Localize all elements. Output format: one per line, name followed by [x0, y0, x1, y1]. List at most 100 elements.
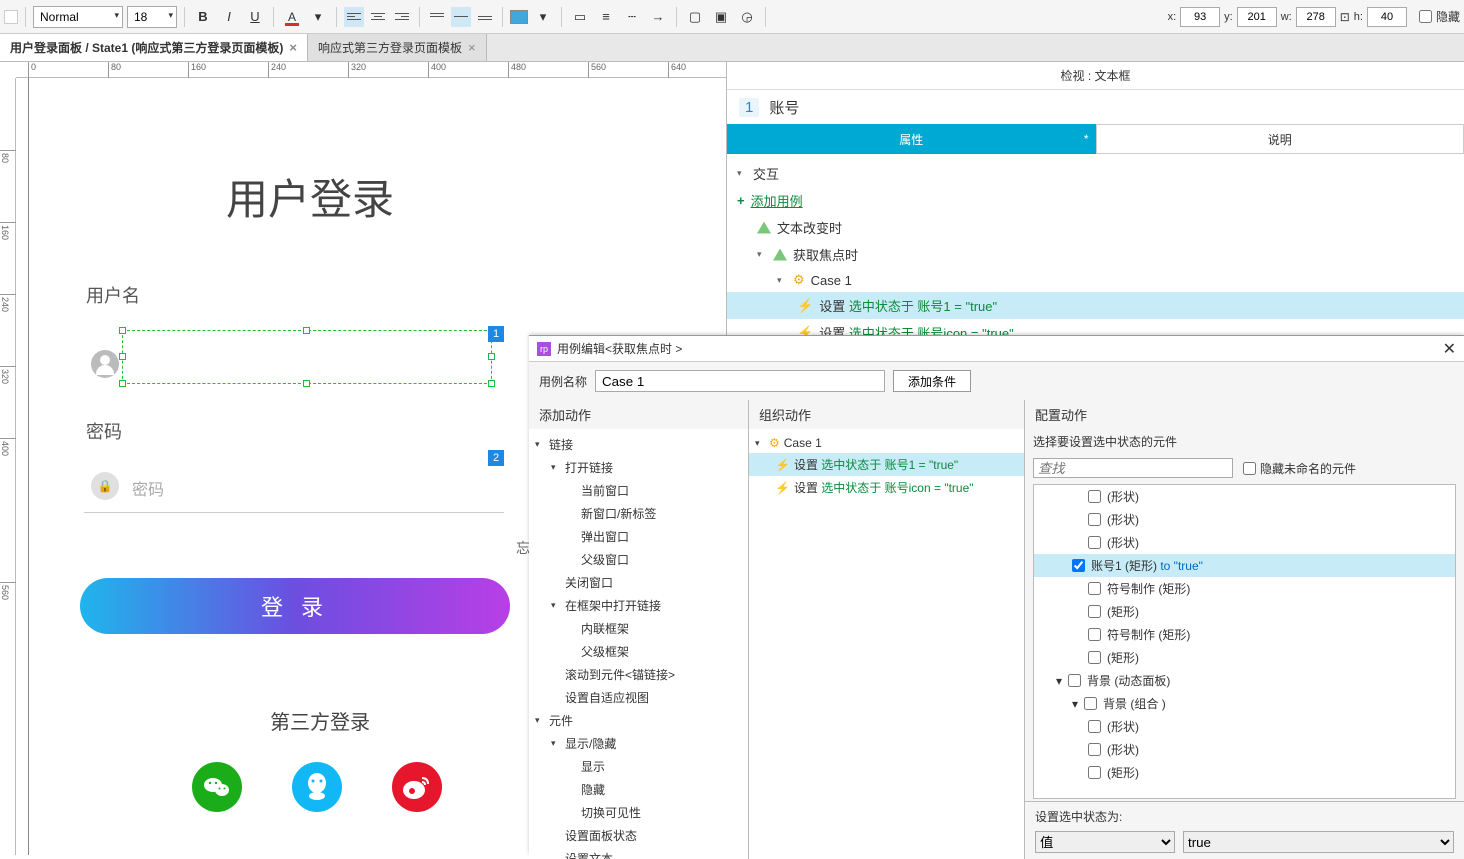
y-input[interactable] — [1237, 7, 1277, 27]
close-icon[interactable]: × — [289, 40, 297, 55]
action-item[interactable]: ▾在框架中打开链接 — [529, 594, 748, 617]
section-interactions[interactable]: ▾交互 — [727, 160, 1464, 187]
action-item[interactable]: ▾打开链接 — [529, 456, 748, 479]
align-right-button[interactable] — [392, 7, 412, 27]
w-input[interactable] — [1296, 7, 1336, 27]
action-item[interactable]: 弹出窗口 — [529, 525, 748, 548]
action-tree[interactable]: ▾链接▾打开链接当前窗口新窗口/新标签弹出窗口父级窗口关闭窗口▾在框架中打开链接… — [529, 429, 748, 859]
element-item[interactable]: (形状) — [1034, 508, 1455, 531]
case-name-input[interactable] — [595, 370, 885, 392]
coords-panel: x: y: w: ⊡ h: — [1168, 7, 1407, 27]
element-item[interactable]: (矩形) — [1034, 761, 1455, 784]
weibo-icon[interactable] — [392, 762, 442, 812]
element-item[interactable]: (形状) — [1034, 715, 1455, 738]
border-color[interactable]: ▭ — [569, 6, 591, 28]
action-item[interactable]: 显示 — [529, 755, 748, 778]
tab-description[interactable]: 说明 — [1096, 124, 1464, 154]
set-state-label: 设置选中状态为: — [1035, 808, 1122, 825]
org-item[interactable]: ⚡设置 选中状态于 账号1 = "true" — [749, 453, 1024, 476]
lock-icon: 🔒 — [91, 472, 119, 500]
event-row[interactable]: ▾获取焦点时 — [727, 241, 1464, 268]
config-subtitle: 选择要设置选中状态的元件 — [1025, 429, 1464, 454]
valign-top-button[interactable] — [427, 7, 447, 27]
element-item[interactable]: ▾背景 (动态面板) — [1034, 669, 1455, 692]
user-icon — [91, 350, 119, 378]
login-button[interactable]: 登 录 — [80, 578, 510, 634]
event-row[interactable]: 文本改变时 — [727, 214, 1464, 241]
organize-tree[interactable]: ▾⚙Case 1⚡设置 选中状态于 账号1 = "true"⚡设置 选中状态于 … — [749, 429, 1024, 859]
action-item[interactable]: 新窗口/新标签 — [529, 502, 748, 525]
outer-shadow[interactable]: ▢ — [684, 6, 706, 28]
search-input[interactable] — [1033, 458, 1233, 478]
arrow-style[interactable]: → — [647, 6, 669, 28]
add-case-link[interactable]: +添加用例 — [727, 187, 1464, 214]
action-item[interactable]: 滚动到元件<锚链接> — [529, 663, 748, 686]
third-party-title: 第三方登录 — [270, 706, 370, 735]
element-list[interactable]: (形状)(形状)(形状)账号1 (矩形) to "true"符号制作 (矩形)(… — [1033, 484, 1456, 799]
element-item[interactable]: ▾背景 (组合 ) — [1034, 692, 1455, 715]
x-input[interactable] — [1180, 7, 1220, 27]
align-center-button[interactable] — [368, 7, 388, 27]
tab-attributes[interactable]: 属性 — [727, 124, 1096, 154]
element-item[interactable]: (矩形) — [1034, 646, 1455, 669]
org-item[interactable]: ⚡设置 选中状态于 账号icon = "true" — [749, 476, 1024, 499]
text-color-button[interactable]: A — [281, 6, 303, 28]
event-row[interactable]: ⚡设置 选中状态于 账号1 = "true" — [727, 292, 1464, 319]
element-item[interactable]: 账号1 (矩形) to "true" — [1034, 554, 1455, 577]
action-item[interactable]: 设置面板状态 — [529, 824, 748, 847]
text-color-drop[interactable]: ▾ — [307, 6, 329, 28]
qq-icon[interactable] — [292, 762, 342, 812]
element-item[interactable]: 符号制作 (矩形) — [1034, 577, 1455, 600]
element-item[interactable]: (形状) — [1034, 485, 1455, 508]
state-select[interactable]: true — [1183, 831, 1454, 853]
action-item[interactable]: 切换可见性 — [529, 801, 748, 824]
underline-button[interactable]: U — [244, 6, 266, 28]
fontsize-select[interactable]: 18 — [127, 6, 177, 28]
action-item[interactable]: 设置文本 — [529, 847, 748, 859]
close-icon[interactable]: × — [468, 40, 476, 55]
tab-1[interactable]: 响应式第三方登录页面模板× — [308, 34, 487, 61]
lock-icon[interactable]: ⊡ — [1340, 10, 1350, 24]
italic-button[interactable]: I — [218, 6, 240, 28]
action-item[interactable]: 关闭窗口 — [529, 571, 748, 594]
element-item[interactable]: (形状) — [1034, 738, 1455, 761]
element-item[interactable]: 符号制作 (矩形) — [1034, 623, 1455, 646]
action-item[interactable]: 设置自适应视图 — [529, 686, 748, 709]
element-item[interactable]: (矩形) — [1034, 600, 1455, 623]
hidden-check[interactable]: 隐藏 — [1419, 8, 1460, 25]
action-item[interactable]: 父级框架 — [529, 640, 748, 663]
col-add-action: 添加动作 — [529, 400, 748, 429]
style-select[interactable]: Normal — [33, 6, 123, 28]
tab-0[interactable]: 用户登录面板 / State1 (响应式第三方登录页面模板)× — [0, 34, 308, 61]
login-title: 用户登录 — [226, 166, 394, 227]
tb-blank[interactable] — [4, 10, 18, 24]
bold-button[interactable]: B — [192, 6, 214, 28]
fill-drop[interactable]: ▾ — [532, 6, 554, 28]
corner-radius[interactable]: ◶ — [736, 6, 758, 28]
action-item[interactable]: ▾显示/隐藏 — [529, 732, 748, 755]
fill-color-button[interactable] — [510, 10, 528, 24]
h-input[interactable] — [1367, 7, 1407, 27]
action-item[interactable]: 父级窗口 — [529, 548, 748, 571]
border-width[interactable]: ≡ — [595, 6, 617, 28]
valign-mid-button[interactable] — [451, 7, 471, 27]
wechat-icon[interactable] — [192, 762, 242, 812]
action-item[interactable]: ▾元件 — [529, 709, 748, 732]
hide-unnamed-check[interactable]: 隐藏未命名的元件 — [1243, 460, 1356, 477]
border-style[interactable]: ┄ — [621, 6, 643, 28]
dialog-title: 用例编辑<获取焦点时 > — [557, 340, 682, 357]
action-item[interactable]: 内联框架 — [529, 617, 748, 640]
event-row[interactable]: ▾⚙Case 1 — [727, 268, 1464, 292]
action-item[interactable]: 隐藏 — [529, 778, 748, 801]
align-left-button[interactable] — [344, 7, 364, 27]
selection-box[interactable] — [122, 330, 492, 384]
element-item[interactable]: (形状) — [1034, 531, 1455, 554]
add-condition-button[interactable]: 添加条件 — [893, 370, 971, 392]
inner-shadow[interactable]: ▣ — [710, 6, 732, 28]
action-item[interactable]: 当前窗口 — [529, 479, 748, 502]
action-item[interactable]: ▾链接 — [529, 433, 748, 456]
org-item[interactable]: ▾⚙Case 1 — [749, 433, 1024, 453]
close-icon[interactable]: ✕ — [1443, 339, 1456, 359]
value-select[interactable]: 值 — [1035, 831, 1175, 853]
valign-bot-button[interactable] — [475, 7, 495, 27]
